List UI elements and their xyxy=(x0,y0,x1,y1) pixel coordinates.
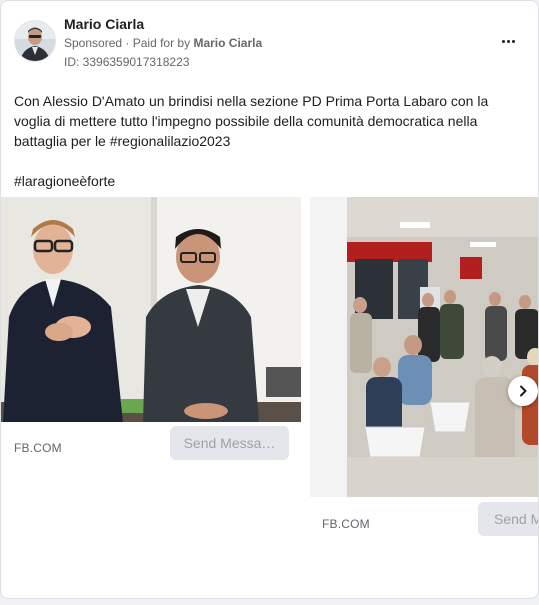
author-name[interactable]: Mario Ciarla xyxy=(64,16,144,32)
chevron-right-icon[interactable] xyxy=(508,376,538,406)
separator-dot: · xyxy=(125,36,133,50)
carousel-image-2[interactable] xyxy=(310,197,538,497)
avatar[interactable] xyxy=(14,20,56,62)
paid-for-name[interactable]: Mario Ciarla xyxy=(193,36,262,50)
hashtag-text[interactable]: #laragioneèforte xyxy=(14,171,115,191)
sponsored-label: Sponsored xyxy=(64,36,123,50)
post-text: Con Alessio D'Amato un brindisi nella se… xyxy=(14,93,489,149)
ad-id: ID: 3396359017318223 xyxy=(64,55,190,69)
paid-for-label: Paid for by xyxy=(132,36,191,50)
send-message-button-1[interactable]: Send Messa… xyxy=(170,426,289,460)
carousel-domain-2: FB.COM xyxy=(322,517,370,531)
carousel-card-2[interactable]: FB.COM Send M xyxy=(310,197,538,542)
sponsored-line: Sponsored · Paid for by Mario Ciarla xyxy=(64,36,262,50)
send-message-button-2[interactable]: Send M xyxy=(478,502,538,536)
ad-card: Mario Ciarla Sponsored · Paid for by Mar… xyxy=(0,0,539,599)
carousel-domain-1: FB.COM xyxy=(14,441,62,455)
more-options-icon[interactable] xyxy=(497,31,519,51)
carousel: FB.COM Send Messa… FB.COM Send M xyxy=(1,197,538,547)
carousel-card-1[interactable]: FB.COM Send Messa… xyxy=(1,197,301,472)
carousel-image-1[interactable] xyxy=(1,197,301,422)
